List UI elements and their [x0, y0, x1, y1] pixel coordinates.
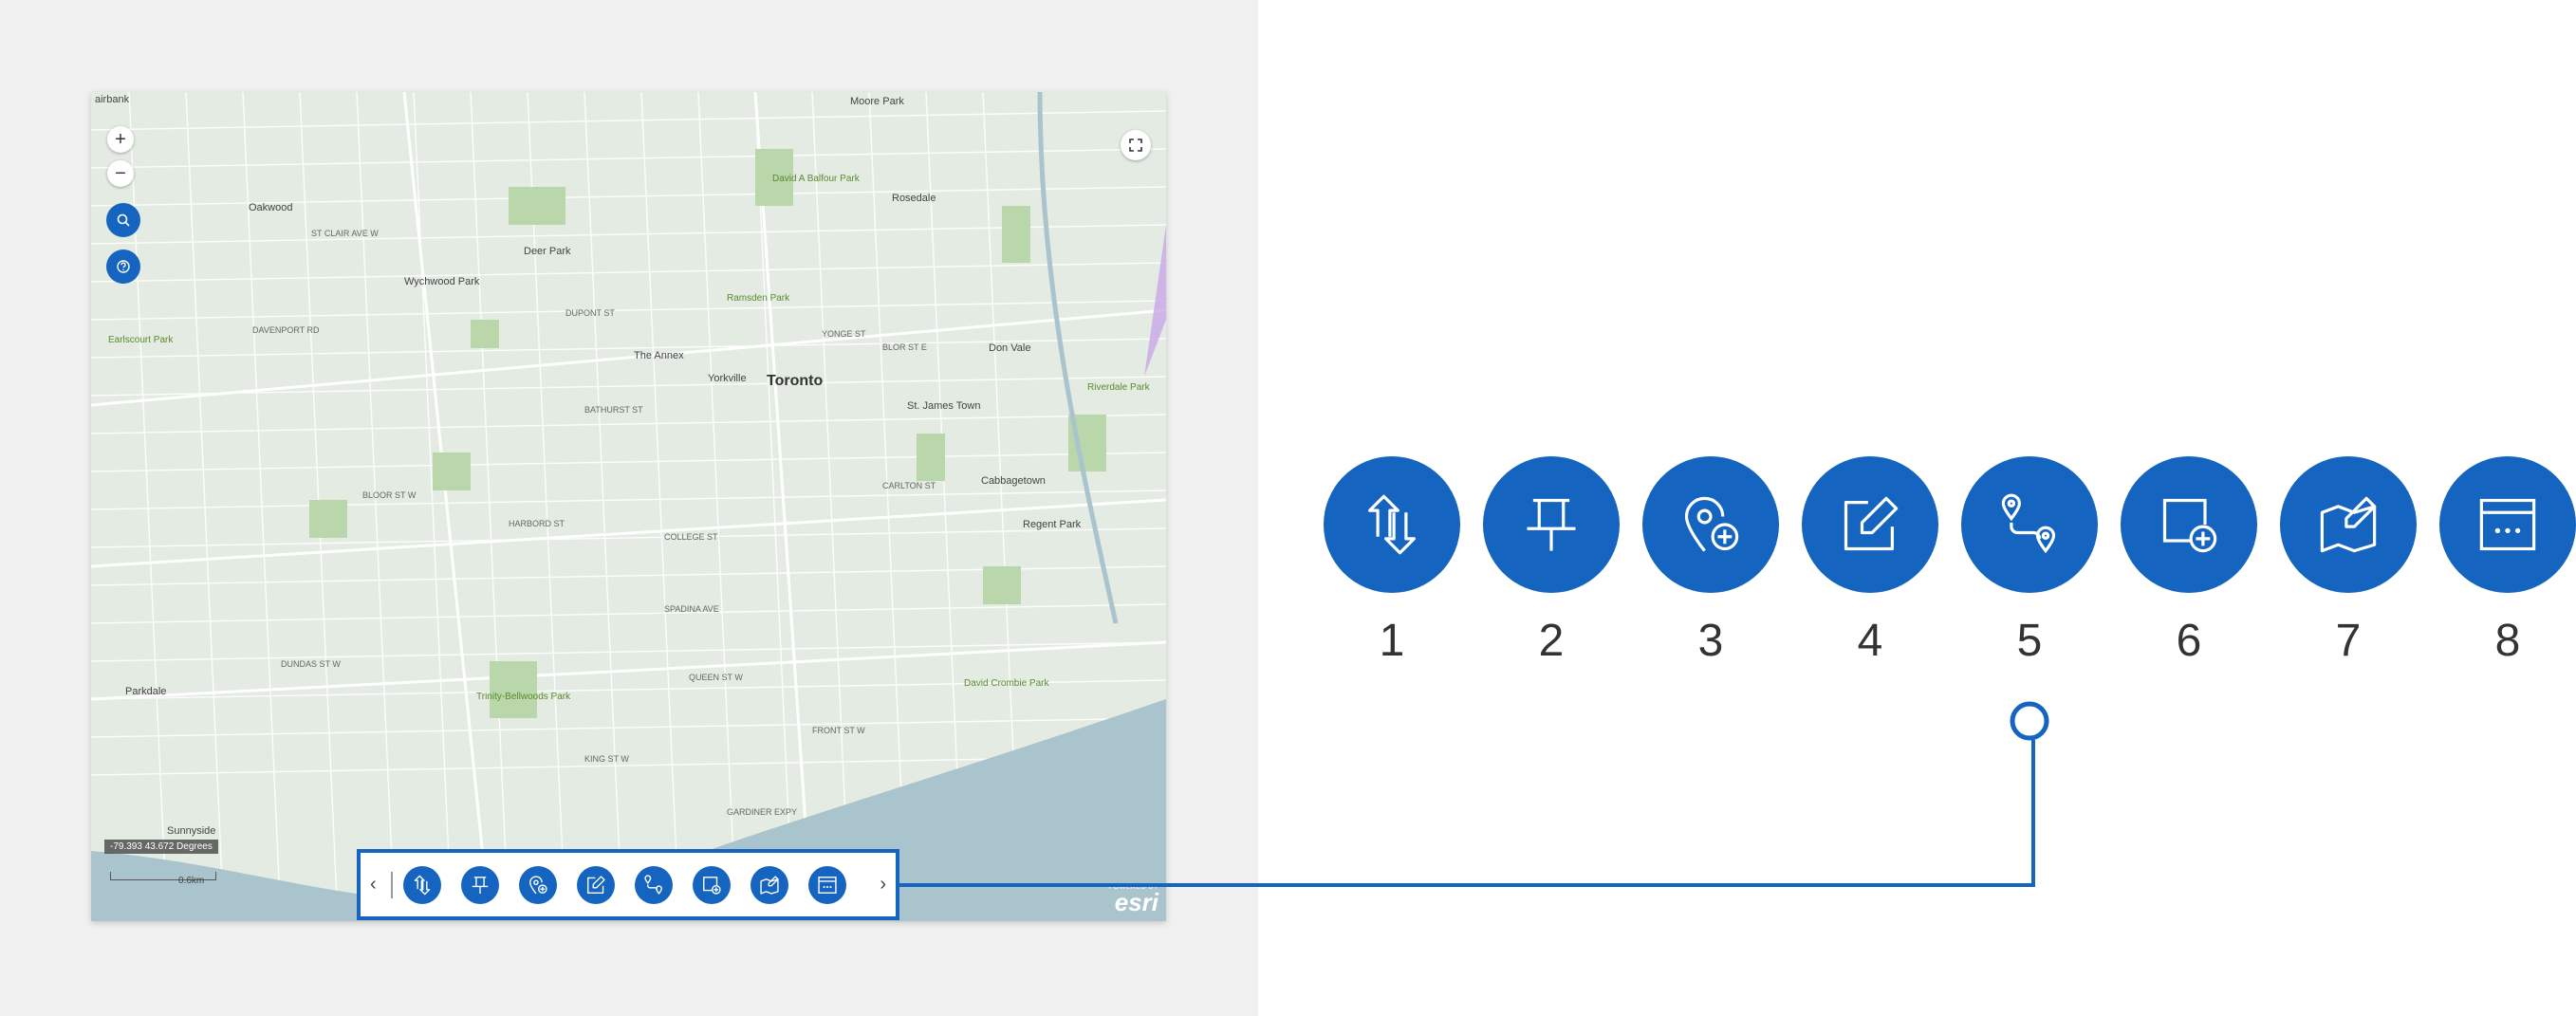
- road-label-front-st-w: FRONT ST W: [812, 726, 865, 735]
- legend-tool-5: [1961, 456, 2098, 593]
- legend-tool-2: [1483, 456, 1620, 593]
- legend-tool-7: [2280, 456, 2417, 593]
- legend-number-4: 4: [1857, 616, 1883, 666]
- add-area-icon: [2162, 498, 2217, 553]
- road-label-davenport-rd: DAVENPORT RD: [252, 325, 320, 335]
- map-label-sunnyside: Sunnyside: [167, 825, 216, 837]
- road-label-spadina-ave: SPADINA AVE: [664, 604, 719, 614]
- map-toolbar: ‹ ›: [357, 849, 899, 920]
- road-label-bloor-st-e: BLOR ST E: [882, 342, 927, 352]
- pushpin-icon: [1527, 498, 1576, 551]
- toolbar-prev-button[interactable]: ‹: [370, 874, 377, 896]
- legend-number-8: 8: [2494, 616, 2521, 666]
- road-label-harbord-st: HARBORD ST: [509, 519, 565, 528]
- map-label-oakwood: Oakwood: [249, 202, 293, 213]
- add-location-icon: [529, 876, 547, 895]
- road-label-king-st-w: KING ST W: [584, 754, 629, 764]
- more-window-icon: [818, 877, 837, 894]
- road-label-carlton-st: CARLTON ST: [882, 481, 936, 490]
- road-label-college-st: COLLEGE ST: [664, 532, 718, 542]
- legend-number-6: 6: [2176, 616, 2202, 666]
- legend-tool-8: [2439, 456, 2576, 593]
- road-label-gardiner-expy: GARDINER EXPY: [727, 807, 798, 817]
- more-window-icon: [2479, 498, 2536, 551]
- search-button[interactable]: [106, 203, 140, 237]
- edit-map-icon: [2320, 496, 2377, 553]
- toolbar-tool-5[interactable]: [635, 866, 673, 904]
- map-label-riverdale-park: Riverdale Park: [1087, 382, 1150, 393]
- coordinate-readout: -79.393 43.672 Degrees: [104, 840, 218, 854]
- left-panel: airbank Moore Park Oakwood Deer Park Dav…: [0, 0, 1258, 1016]
- toolbar-tool-4[interactable]: [577, 866, 615, 904]
- pushpin-icon: [472, 877, 489, 894]
- toolbar-tool-2[interactable]: [461, 866, 499, 904]
- legend-tool-3: [1642, 456, 1779, 593]
- edit-icon: [587, 876, 605, 894]
- map-label-yorkville: Yorkville: [708, 373, 747, 384]
- map-label-rosedale: Rosedale: [892, 193, 936, 204]
- toolbar-tool-8[interactable]: [808, 866, 846, 904]
- legend-number-7: 7: [2335, 616, 2362, 666]
- road-label-bloor-st-w: BLOOR ST W: [362, 490, 417, 500]
- toolbar-next-button[interactable]: ›: [880, 874, 886, 896]
- road-label-dundas-st-w: DUNDAS ST W: [281, 659, 341, 669]
- map-label-moore-park: Moore Park: [850, 96, 904, 107]
- legend-number-3: 3: [1697, 616, 1724, 666]
- legend-number-2: 2: [1538, 616, 1565, 666]
- scale-label: 0.6km: [178, 876, 205, 886]
- map-label-trinity-bellwoods-park: Trinity-Bellwoods Park: [476, 692, 571, 702]
- map-label-david-balfour-park: David A Balfour Park: [772, 174, 860, 184]
- toolbar-tool-7[interactable]: [751, 866, 788, 904]
- map-label-earlscourt-park: Earlscourt Park: [108, 335, 174, 345]
- map-label-deer-park: Deer Park: [524, 246, 571, 257]
- toolbar-tool-3[interactable]: [519, 866, 557, 904]
- zoom-in-button[interactable]: +: [107, 126, 134, 153]
- map-label-st-james-town: St. James Town: [907, 400, 981, 412]
- add-location-icon: [1684, 496, 1739, 552]
- legend-tool-4: [1802, 456, 1938, 593]
- map-canvas[interactable]: [91, 92, 1166, 921]
- map-label-ramsden-park: Ramsden Park: [727, 293, 790, 304]
- map-view[interactable]: airbank Moore Park Oakwood Deer Park Dav…: [91, 92, 1166, 921]
- add-area-icon: [703, 877, 721, 895]
- map-label-toronto: Toronto: [767, 373, 824, 389]
- route-icon: [644, 875, 662, 896]
- fullscreen-button[interactable]: [1121, 130, 1151, 160]
- map-label-cabbagetown: Cabbagetown: [981, 475, 1046, 487]
- zoom-out-button[interactable]: −: [107, 160, 134, 187]
- search-icon: [117, 213, 130, 227]
- map-label-regent-park: Regent Park: [1023, 519, 1082, 530]
- road-label-queen-st-w: QUEEN ST W: [689, 673, 743, 682]
- legend-tool-1: [1324, 456, 1460, 593]
- toolbar-divider: [391, 872, 393, 898]
- map-label-the-annex: The Annex: [634, 350, 684, 361]
- help-icon: [117, 260, 130, 273]
- legend-number-1: 1: [1379, 616, 1405, 666]
- edit-map-icon: [760, 876, 779, 895]
- legend-number-5: 5: [2016, 616, 2043, 666]
- edit-icon: [1844, 496, 1899, 551]
- route-icon: [2001, 493, 2056, 554]
- swap-vertical-icon: [414, 875, 431, 896]
- esri-attribution: POWERED BY esri: [1109, 884, 1158, 914]
- road-label-bathurst-st: BATHURST ST: [584, 405, 643, 415]
- expand-icon: [1129, 139, 1142, 152]
- map-label-wychwood-park: Wychwood Park: [404, 276, 480, 287]
- toolbar-tool-6[interactable]: [693, 866, 731, 904]
- road-label-st-clair-ave-w: ST CLAIR AVE W: [311, 229, 379, 238]
- map-label-fairbank: airbank: [95, 94, 130, 105]
- map-label-david-crombie-park: David Crombie Park: [964, 678, 1049, 689]
- toolbar-tool-1[interactable]: [403, 866, 441, 904]
- legend-tool-6: [2121, 456, 2257, 593]
- map-label-parkdale: Parkdale: [125, 686, 167, 697]
- road-label-dupont-st: DUPONT ST: [565, 308, 615, 318]
- road-label-yonge-st: YONGE ST: [822, 329, 866, 339]
- esri-logo: esri: [1114, 888, 1158, 916]
- swap-vertical-icon: [1368, 494, 1416, 555]
- help-button[interactable]: [106, 249, 140, 284]
- map-label-don-vale: Don Vale: [989, 342, 1031, 354]
